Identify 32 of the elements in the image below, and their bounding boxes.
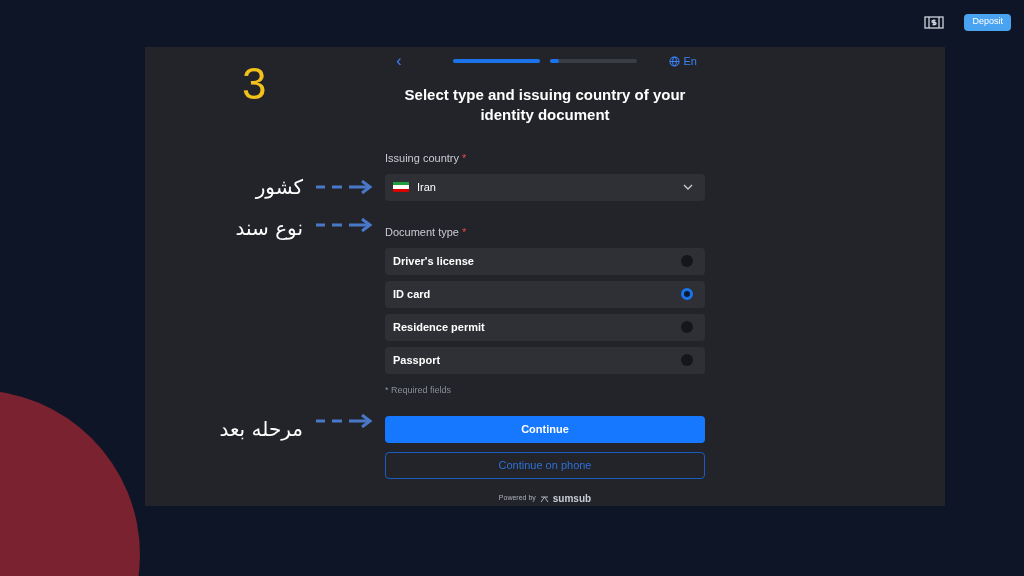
banknote-icon[interactable] <box>924 15 945 29</box>
annotation-label: کشور <box>255 174 303 201</box>
document-type-option[interactable]: ID card <box>385 280 705 308</box>
document-type-option[interactable]: Passport <box>385 346 705 374</box>
required-note: * Required fields <box>385 383 453 397</box>
required-mark: * <box>462 151 467 164</box>
document-type-option[interactable]: Driver's license <box>385 247 705 275</box>
annotation-label: نوع سند <box>235 214 303 242</box>
flag-icon <box>393 182 409 192</box>
chevron-down-icon <box>683 184 693 190</box>
annotation-label: مرحله بعد <box>219 416 303 443</box>
logo-icon <box>539 494 549 503</box>
language-button[interactable]: En <box>668 53 697 70</box>
dashed-arrow-icon <box>315 413 373 428</box>
globe-icon <box>668 55 680 67</box>
page-title: Select type and issuing country of your identity document <box>403 84 687 125</box>
field-label: Issuing country * <box>385 150 468 166</box>
back-button[interactable]: ‹ <box>385 49 413 74</box>
radio-button[interactable] <box>681 321 693 333</box>
continue-button[interactable]: Continue <box>385 415 705 443</box>
radio-button[interactable] <box>681 354 693 366</box>
document-type-option[interactable]: Residence permit <box>385 313 705 341</box>
dashed-arrow-icon <box>315 180 373 194</box>
select-value: Iran <box>417 179 436 195</box>
step-number: 3 <box>242 58 267 110</box>
field-label: Document type * <box>385 225 468 240</box>
brand-name: sumsub <box>552 492 592 506</box>
country-select[interactable]: Iran <box>385 173 705 201</box>
dashed-arrow-icon <box>315 217 373 232</box>
radio-button[interactable] <box>681 255 693 267</box>
required-mark: * <box>462 226 467 238</box>
radio-button[interactable] <box>681 288 693 300</box>
